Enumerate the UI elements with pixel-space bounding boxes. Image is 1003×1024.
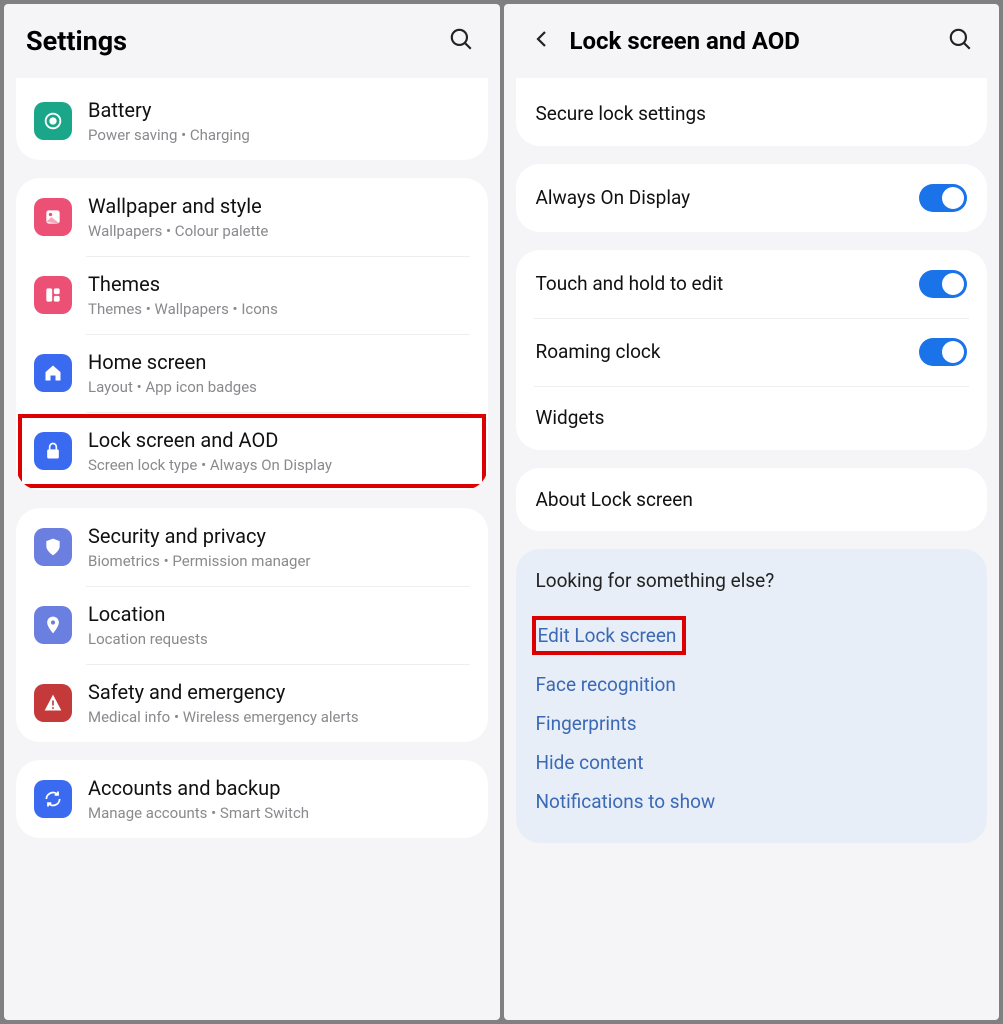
settings-item-subtitle: Biometrics • Permission manager xyxy=(88,552,470,570)
lockscreen-item-title: Touch and hold to edit xyxy=(536,272,904,296)
settings-item-themes[interactable]: Themes Themes • Wallpapers • Icons xyxy=(16,256,488,334)
page-title: Settings xyxy=(26,25,432,57)
settings-item-title: Location xyxy=(88,602,470,627)
settings-group: Accounts and backup Manage accounts • Sma… xyxy=(16,760,488,838)
lock-icon xyxy=(34,432,72,470)
suggestions-card: Looking for something else? Edit Lock scr… xyxy=(516,549,988,843)
settings-item-subtitle: Location requests xyxy=(88,630,470,648)
wallpaper-icon xyxy=(34,198,72,236)
lockscreen-group: Touch and hold to edit Roaming clock Widge… xyxy=(516,250,988,450)
suggestion-link-notif[interactable]: Notifications to show xyxy=(536,782,968,821)
search-icon[interactable] xyxy=(943,22,977,60)
suggestion-link-edit[interactable]: Edit Lock screen xyxy=(536,606,968,665)
lockscreen-item-title: Roaming clock xyxy=(536,340,904,364)
lockscreen-item-widgets[interactable]: Widgets xyxy=(516,386,988,450)
settings-screen: Settings Battery Power saving • Charging W… xyxy=(4,4,500,1020)
settings-item-text: Battery Power saving • Charging xyxy=(88,98,470,144)
settings-item-subtitle: Medical info • Wireless emergency alerts xyxy=(88,708,470,726)
location-icon xyxy=(34,606,72,644)
settings-item-title: Accounts and backup xyxy=(88,776,470,801)
lockscreen-item-about[interactable]: About Lock screen xyxy=(516,468,988,532)
settings-item-home[interactable]: Home screen Layout • App icon badges xyxy=(16,334,488,412)
settings-group: Battery Power saving • Charging xyxy=(16,78,488,160)
search-icon[interactable] xyxy=(444,22,478,60)
lockscreen-group: Secure lock settings xyxy=(516,78,988,146)
lockscreen-group: Always On Display xyxy=(516,164,988,232)
settings-item-text: Themes Themes • Wallpapers • Icons xyxy=(88,272,470,318)
settings-item-lockscreen[interactable]: Lock screen and AOD Screen lock type • Al… xyxy=(16,412,488,490)
themes-icon xyxy=(34,276,72,314)
settings-item-security[interactable]: Security and privacy Biometrics • Permiss… xyxy=(16,508,488,586)
settings-item-title: Safety and emergency xyxy=(88,680,470,705)
lockscreen-group: About Lock screen xyxy=(516,468,988,532)
settings-item-subtitle: Themes • Wallpapers • Icons xyxy=(88,300,470,318)
settings-item-title: Wallpaper and style xyxy=(88,194,470,219)
lockscreen-item-title: Widgets xyxy=(536,406,968,430)
page-title: Lock screen and AOD xyxy=(570,27,932,55)
lockscreen-item-aod[interactable]: Always On Display xyxy=(516,164,988,232)
settings-item-title: Home screen xyxy=(88,350,470,375)
toggle-touch[interactable] xyxy=(919,270,967,298)
settings-item-location[interactable]: Location Location requests xyxy=(16,586,488,664)
back-icon[interactable] xyxy=(526,23,558,59)
settings-item-title: Security and privacy xyxy=(88,524,470,549)
settings-item-subtitle: Screen lock type • Always On Display xyxy=(88,456,470,474)
toggle-aod[interactable] xyxy=(919,184,967,212)
settings-item-title: Lock screen and AOD xyxy=(88,428,470,453)
settings-list: Battery Power saving • Charging Wallpaper … xyxy=(4,70,500,1020)
settings-item-subtitle: Power saving • Charging xyxy=(88,126,470,144)
suggestion-link-hide[interactable]: Hide content xyxy=(536,743,968,782)
settings-item-text: Wallpaper and style Wallpapers • Colour p… xyxy=(88,194,470,240)
settings-item-accounts[interactable]: Accounts and backup Manage accounts • Sma… xyxy=(16,760,488,838)
settings-group: Security and privacy Biometrics • Permiss… xyxy=(16,508,488,742)
suggestion-link-finger[interactable]: Fingerprints xyxy=(536,704,968,743)
sub-header: Lock screen and AOD xyxy=(504,4,1000,70)
settings-item-subtitle: Wallpapers • Colour palette xyxy=(88,222,470,240)
suggestions-heading: Looking for something else? xyxy=(536,569,968,592)
settings-item-wallpaper[interactable]: Wallpaper and style Wallpapers • Colour p… xyxy=(16,178,488,256)
sync-icon xyxy=(34,780,72,818)
settings-item-text: Security and privacy Biometrics • Permiss… xyxy=(88,524,470,570)
shield-icon xyxy=(34,528,72,566)
lockscreen-aod-screen: Lock screen and AOD Secure lock settings… xyxy=(504,4,1000,1020)
settings-item-safety[interactable]: Safety and emergency Medical info • Wirel… xyxy=(16,664,488,742)
suggestion-link-face[interactable]: Face recognition xyxy=(536,665,968,704)
settings-group: Wallpaper and style Wallpapers • Colour p… xyxy=(16,178,488,490)
warning-icon xyxy=(34,684,72,722)
settings-header: Settings xyxy=(4,4,500,70)
lockscreen-item-title: Always On Display xyxy=(536,186,904,210)
lockscreen-item-secure[interactable]: Secure lock settings xyxy=(516,82,988,146)
home-icon xyxy=(34,354,72,392)
lockscreen-item-touch[interactable]: Touch and hold to edit xyxy=(516,250,988,318)
lockscreen-item-title: Secure lock settings xyxy=(536,102,968,126)
settings-item-title: Themes xyxy=(88,272,470,297)
settings-item-text: Lock screen and AOD Screen lock type • Al… xyxy=(88,428,470,474)
toggle-roaming[interactable] xyxy=(919,338,967,366)
battery-icon xyxy=(34,102,72,140)
settings-item-text: Home screen Layout • App icon badges xyxy=(88,350,470,396)
settings-item-battery[interactable]: Battery Power saving • Charging xyxy=(16,82,488,160)
lockscreen-item-roaming[interactable]: Roaming clock xyxy=(516,318,988,386)
settings-item-text: Accounts and backup Manage accounts • Sma… xyxy=(88,776,470,822)
lockscreen-item-title: About Lock screen xyxy=(536,488,968,512)
settings-item-subtitle: Manage accounts • Smart Switch xyxy=(88,804,470,822)
settings-item-subtitle: Layout • App icon badges xyxy=(88,378,470,396)
lockscreen-list: Secure lock settings Always On Display Tou… xyxy=(504,70,1000,1020)
settings-item-title: Battery xyxy=(88,98,470,123)
settings-item-text: Location Location requests xyxy=(88,602,470,648)
settings-item-text: Safety and emergency Medical info • Wirel… xyxy=(88,680,470,726)
